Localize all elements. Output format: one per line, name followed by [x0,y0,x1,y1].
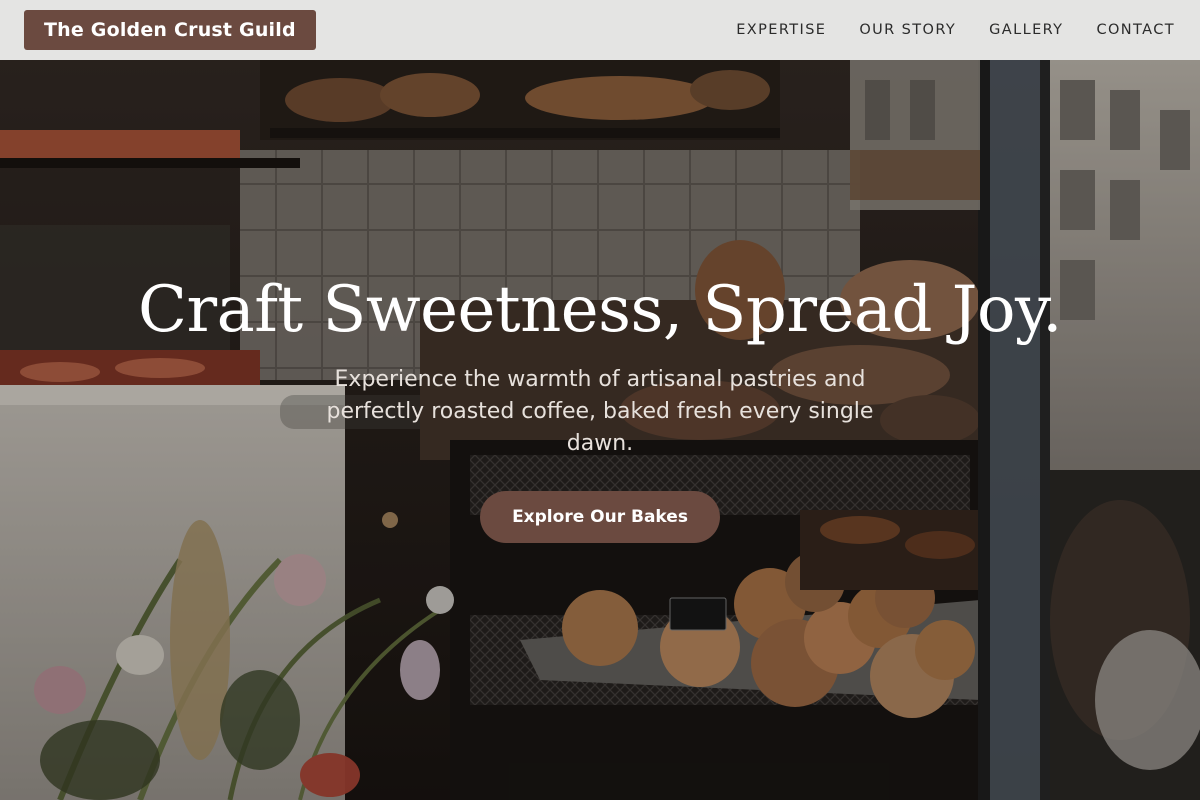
explore-bakes-button[interactable]: Explore Our Bakes [480,491,720,543]
nav-link-contact[interactable]: CONTACT [1096,22,1175,38]
brand-logo-link[interactable]: The Golden Crust Guild [24,10,316,50]
hero-content: Craft Sweetness, Spread Joy. Experience … [0,270,1200,543]
nav-links: EXPERTISE OUR STORY GALLERY CONTACT [736,22,1175,38]
nav-link-expertise[interactable]: EXPERTISE [736,22,826,38]
nav-link-gallery[interactable]: GALLERY [989,22,1063,38]
nav-link-our-story[interactable]: OUR STORY [859,22,956,38]
navbar: The Golden Crust Guild EXPERTISE OUR STO… [0,0,1200,60]
hero-subtitle: Experience the warmth of artisanal pastr… [326,367,874,456]
hero-title: Craft Sweetness, Spread Joy. [138,273,1062,347]
